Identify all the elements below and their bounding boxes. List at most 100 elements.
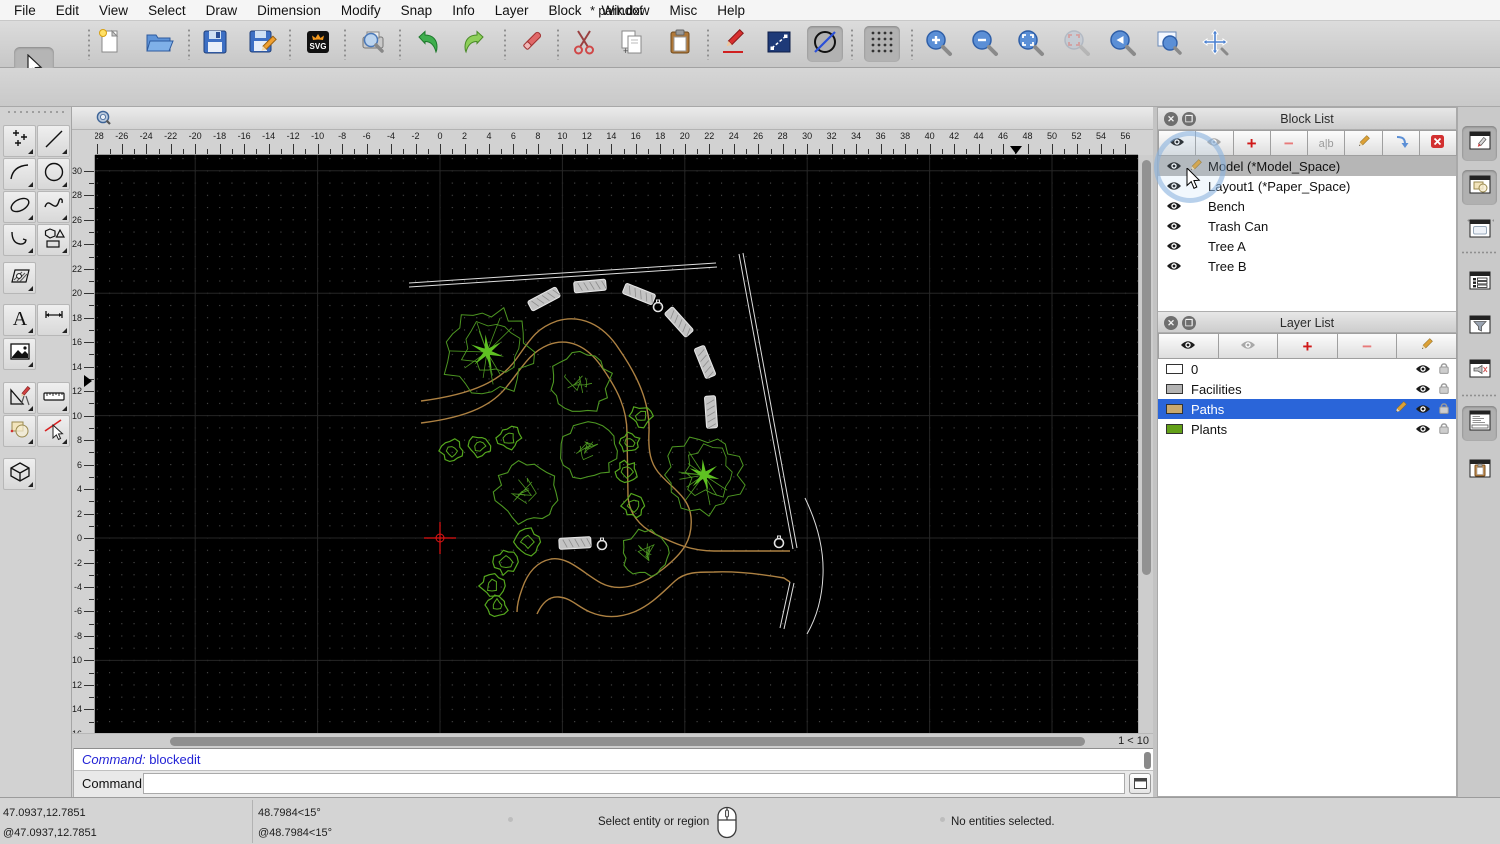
block-visibility-eye-icon[interactable] [1166,241,1182,251]
block-row-layout1[interactable]: Layout1 (*Paper_Space) [1158,176,1456,196]
show-all-layers-button[interactable] [1158,333,1219,359]
hide-all-layers-button[interactable] [1217,333,1279,359]
block-visibility-eye-icon[interactable] [1166,161,1182,171]
undo-button[interactable] [409,26,445,62]
tool-arc-button[interactable] [3,158,36,190]
layer-color-swatch[interactable] [1166,364,1183,374]
tool-point-button[interactable] [3,125,36,157]
show-all-blocks-button[interactable] [1158,130,1197,156]
tool-text-button[interactable]: A [3,304,36,336]
zoom-out-button[interactable] [966,26,1002,62]
palette-drag-handle[interactable] [6,110,66,114]
tool-measure-button[interactable] [37,382,70,414]
dock-selection-filter-button[interactable] [1462,310,1497,345]
copy-button[interactable]: + [614,26,650,62]
layer-lock-icon[interactable] [1438,421,1450,438]
block-row-trash[interactable]: Trash Can [1158,216,1456,236]
command-history-scrollbar[interactable] [1144,752,1151,769]
block-row-tree[interactable]: Tree B [1158,256,1456,276]
tool-dimension-button[interactable] [37,304,70,336]
grid-button[interactable] [864,26,900,62]
layer-visibility-eye-icon[interactable] [1415,382,1431,397]
layer-color-swatch[interactable] [1166,384,1183,394]
vscroll-thumb[interactable] [1142,160,1151,575]
dock-library-browser-button[interactable] [1462,214,1497,249]
command-panel-toggle-button[interactable] [1129,773,1151,794]
redo-button[interactable] [457,26,493,62]
tool-modify-button[interactable] [3,415,36,447]
paste-button[interactable] [662,26,698,62]
add-block-button[interactable]: + [1232,130,1271,156]
layer-row-paths[interactable]: Paths [1158,399,1456,419]
dock-clipboard-panel-button[interactable] [1462,454,1497,489]
layer-lock-icon[interactable] [1438,381,1450,398]
hide-all-blocks-button[interactable] [1195,130,1234,156]
layer-visibility-eye-icon[interactable] [1415,402,1431,417]
zoom-window-button[interactable] [1151,26,1187,62]
purge-block-button[interactable] [1418,130,1457,156]
cut-button[interactable] [566,26,602,62]
canvas-horizontal-scrollbar[interactable]: 1 < 10 [72,733,1153,748]
scale-button[interactable] [761,26,797,62]
save-as-button[interactable] [244,26,280,62]
layer-lock-icon[interactable] [1438,401,1450,418]
tool-hatch-button[interactable] [3,262,36,294]
block-visibility-eye-icon[interactable] [1166,221,1182,231]
pan-button[interactable] [1197,26,1233,62]
tool-spline-button[interactable] [37,191,70,223]
restrict-off-button[interactable] [807,26,843,62]
tool-line-button[interactable] [37,125,70,157]
layer-row-facilities[interactable]: Facilities [1158,379,1456,399]
delete-button[interactable] [513,26,549,62]
block-row-model[interactable]: Model (*Model_Space) [1158,156,1456,176]
layer-lock-icon[interactable] [1438,361,1450,378]
auto-zoom-button[interactable] [1012,26,1048,62]
tool-shape-button[interactable] [37,224,70,256]
drawing-canvas[interactable] [95,155,1138,733]
edit-block-button[interactable] [1344,130,1383,156]
remove-layer-button[interactable]: − [1336,333,1398,359]
layer-row-0[interactable]: 0 [1158,359,1456,379]
add-layer-button[interactable]: + [1277,333,1338,359]
tool-draw-tools-button[interactable] [3,382,36,414]
dock-widget-panel-button[interactable] [1462,354,1497,389]
rename-block-button[interactable]: a|b [1307,130,1346,156]
tool-solid-button[interactable] [3,458,36,490]
remove-block-button[interactable]: − [1269,130,1308,156]
menu-edit[interactable]: Edit [46,3,89,18]
tool-polyline-button[interactable] [3,224,36,256]
print-preview-button[interactable] [355,26,391,62]
dock-property-editor-button[interactable] [1462,126,1497,161]
save-button[interactable] [197,26,233,62]
command-input[interactable] [143,773,1125,794]
zoom-in-button[interactable] [920,26,956,62]
tool-circle-button[interactable] [37,158,70,190]
layer-visibility-eye-icon[interactable] [1415,422,1431,437]
tool-ellipse-button[interactable] [3,191,36,223]
hscroll-thumb[interactable] [170,737,1085,746]
block-visibility-eye-icon[interactable] [1166,201,1182,211]
open-button[interactable] [141,26,177,62]
block-visibility-eye-icon[interactable] [1166,181,1182,191]
layer-row-plants[interactable]: Plants [1158,419,1456,439]
dock-block-list-panel-button[interactable] [1462,170,1497,205]
zoom-selection-button[interactable] [1058,26,1094,62]
dock-list-panel-button[interactable] [1462,266,1497,301]
layer-color-swatch[interactable] [1166,404,1183,414]
svg-export-button[interactable]: SVG [300,26,336,62]
insert-block-button[interactable] [1381,130,1420,156]
block-row-tree[interactable]: Tree A [1158,236,1456,256]
block-visibility-eye-icon[interactable] [1166,261,1182,271]
dock-command-panel-button[interactable] [1462,406,1497,441]
layer-visibility-eye-icon[interactable] [1415,362,1431,377]
new-button[interactable] [92,26,128,62]
block-row-bench[interactable]: Bench [1158,196,1456,216]
layer-color-swatch[interactable] [1166,424,1183,434]
tool-image-button[interactable] [3,338,36,370]
property-pen-button[interactable] [715,26,751,62]
edit-layer-button[interactable] [1396,333,1457,359]
canvas-vertical-scrollbar[interactable] [1138,155,1153,733]
menu-file[interactable]: File [4,3,46,18]
previous-view-button[interactable] [1104,26,1140,62]
tool-snap-button[interactable] [37,415,70,447]
